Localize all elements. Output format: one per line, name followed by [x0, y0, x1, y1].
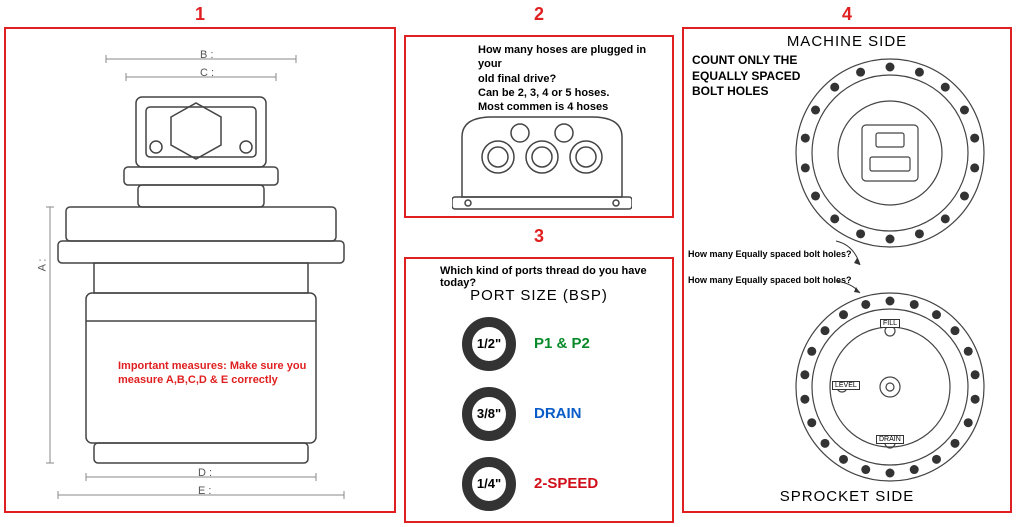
hose-block — [452, 97, 632, 213]
fill-label: FILL — [880, 319, 900, 328]
port-question: Which kind of ports thread do you have t… — [440, 265, 672, 289]
how-many-note-1: How many Equally spaced bolt holes? — [688, 249, 852, 259]
arrow-1 — [834, 239, 864, 269]
panel-1: B : C : A : D : E : Important measures: … — [4, 27, 396, 513]
drive-side-view — [6, 29, 394, 511]
port-row-drain: 3/8" DRAIN — [462, 387, 582, 441]
port-label-2speed: 2-SPEED — [534, 475, 598, 492]
port-ring-14: 1/4" — [462, 457, 516, 511]
dim-b: B : — [200, 49, 213, 61]
panel-number-4: 4 — [682, 4, 1012, 25]
machine-side-diagram — [790, 53, 990, 253]
machine-side-label: MACHINE SIDE — [684, 33, 1010, 50]
sprocket-side-label: SPROCKET SIDE — [684, 488, 1010, 505]
port-label-drain: DRAIN — [534, 405, 582, 422]
panel-number-2: 2 — [404, 4, 674, 25]
panel-number-3: 3 — [404, 226, 674, 247]
how-many-note-2: How many Equally spaced bolt holes? — [688, 275, 852, 285]
port-row-p1p2: 1/2" P1 & P2 — [462, 317, 590, 371]
level-label: LEVEL — [832, 381, 860, 390]
port-label-p1p2: P1 & P2 — [534, 335, 590, 352]
panel-4: MACHINE SIDE COUNT ONLY THE EQUALLY SPAC… — [682, 27, 1012, 513]
dim-c: C : — [200, 67, 214, 79]
panel-2: How many hoses are plugged in your old f… — [404, 35, 674, 218]
port-ring-half: 1/2" — [462, 317, 516, 371]
panel-number-1: 1 — [4, 4, 396, 25]
dim-d: D : — [198, 467, 212, 479]
port-size-title: PORT SIZE (BSP) — [406, 287, 672, 304]
sprocket-side-diagram — [790, 287, 990, 487]
drain-label: DRAIN — [876, 435, 904, 444]
port-row-2speed: 1/4" 2-SPEED — [462, 457, 598, 511]
important-note: Important measures: Make sure you measur… — [118, 359, 318, 388]
dim-a: A : — [36, 259, 48, 272]
port-ring-38: 3/8" — [462, 387, 516, 441]
count-note: COUNT ONLY THE EQUALLY SPACED BOLT HOLES — [692, 53, 802, 100]
dim-e: E : — [198, 485, 211, 497]
panel-3: Which kind of ports thread do you have t… — [404, 257, 674, 523]
